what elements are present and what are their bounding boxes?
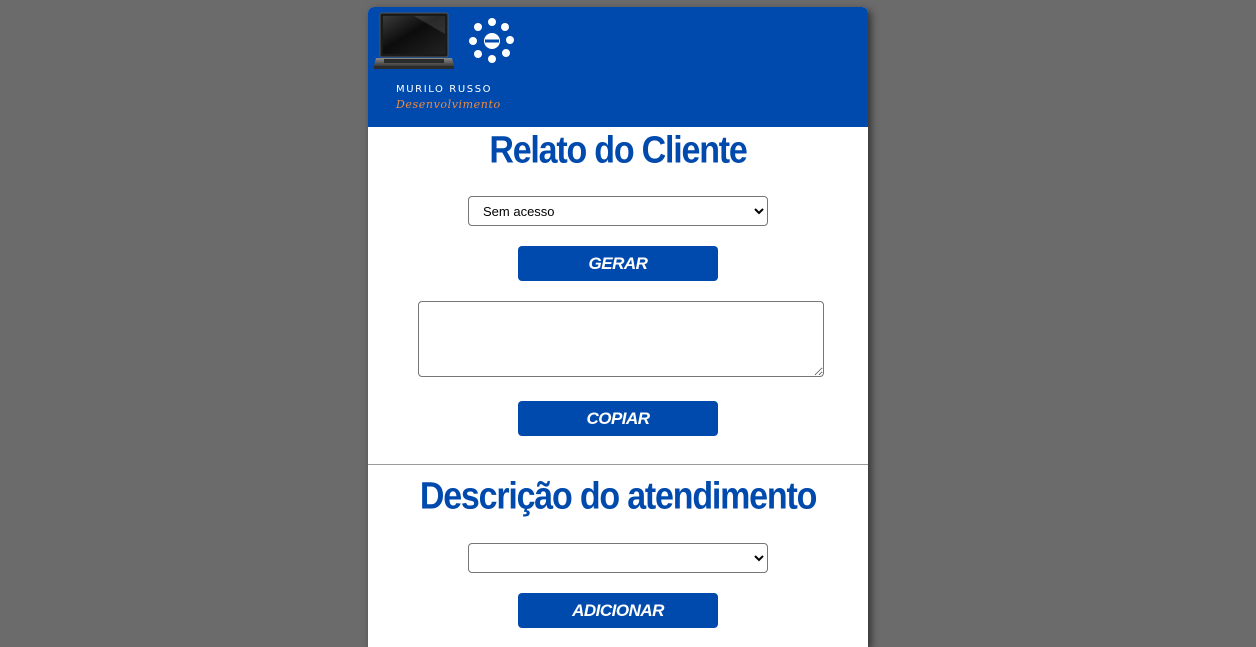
brand-name: MURILO RUSSO: [396, 84, 493, 95]
section-divider: [368, 464, 868, 465]
adicionar-button[interactable]: Adicionar: [518, 593, 718, 628]
descricao-select[interactable]: [468, 543, 768, 573]
relato-textarea[interactable]: [418, 301, 824, 377]
gerar-button[interactable]: Gerar: [518, 246, 718, 281]
network-icon: [469, 18, 514, 63]
section-title-descricao: Descrição do atendimento: [419, 474, 818, 518]
header: MURILO RUSSO Desenvolvimento: [368, 7, 868, 127]
relato-select[interactable]: Sem acesso: [468, 196, 768, 226]
copiar-button[interactable]: Copiar: [518, 401, 718, 436]
section-title-relato: Relato do Cliente: [489, 128, 747, 172]
brand-tagline: Desenvolvimento: [396, 98, 501, 111]
laptop-icon: [374, 12, 454, 69]
main-card: MURILO RUSSO Desenvolvimento Relato do C…: [368, 7, 868, 647]
